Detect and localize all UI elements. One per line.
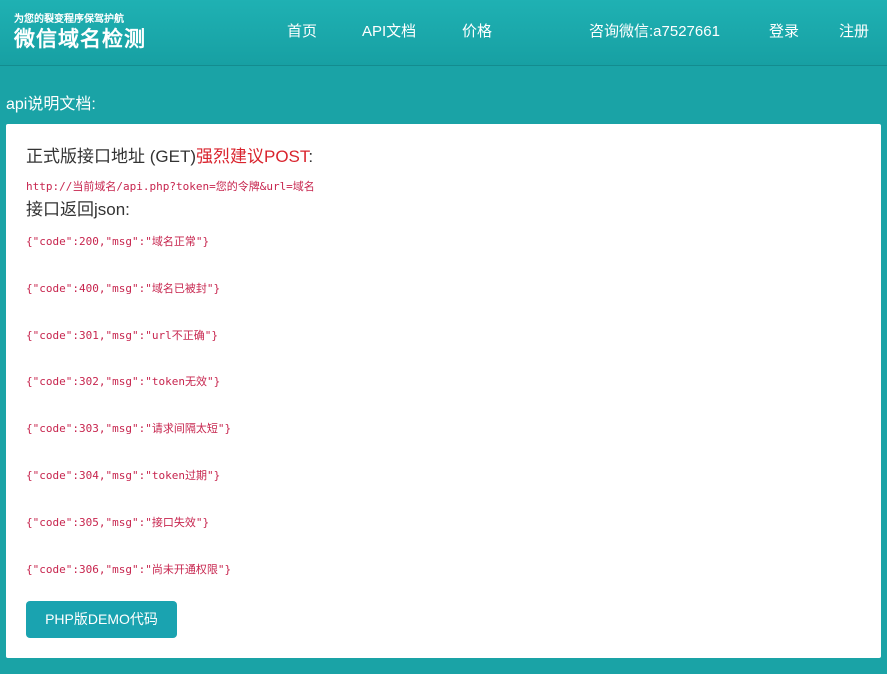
endpoint-heading-colon: : (308, 147, 314, 166)
site-header: 为您的裂变程序保驾护航 微信域名检测 首页 API文档 价格 咨询微信:a752… (0, 0, 887, 66)
api-doc-panel: 正式版接口地址 (GET)强烈建议POST: http://当前域名/api.p… (6, 124, 881, 658)
endpoint-heading: 正式版接口地址 (GET)强烈建议POST: (26, 146, 313, 168)
nav-api-docs-link[interactable]: API文档 (362, 22, 416, 42)
response-code-item: {"code":301,"msg":"url不正确"} (26, 328, 218, 342)
response-code-item: {"code":304,"msg":"token过期"} (26, 468, 221, 482)
contact-wechat: 咨询微信:a7527661 (589, 23, 720, 40)
response-code-list: {"code":200,"msg":"域名正常"} {"code":400,"m… (26, 234, 231, 608)
response-code-item: {"code":200,"msg":"域名正常"} (26, 235, 210, 248)
response-code-item: {"code":303,"msg":"请求间隔太短"} (26, 422, 232, 436)
endpoint-url: http://当前域名/api.php?token=您的令牌&url=域名 (26, 180, 315, 193)
post-recommendation: 强烈建议POST (196, 147, 309, 166)
section-title: api说明文档: (6, 96, 96, 113)
response-code-item: {"code":400,"msg":"域名已被封"} (26, 281, 221, 295)
response-code-item: {"code":302,"msg":"token无效"} (26, 375, 221, 389)
nav-home-link[interactable]: 首页 (287, 22, 317, 42)
nav-register-link[interactable]: 注册 (839, 22, 869, 42)
nav-login-link[interactable]: 登录 (769, 22, 799, 42)
php-demo-button[interactable]: PHP版DEMO代码 (26, 601, 177, 638)
logo-tagline: 为您的裂变程序保驾护航 (14, 14, 124, 25)
nav-price-link[interactable]: 价格 (462, 22, 492, 42)
response-heading: 接口返回json: (26, 200, 130, 219)
logo-title: 微信域名检测 (14, 28, 146, 51)
response-code-item: {"code":305,"msg":"接口失效"} (26, 515, 210, 529)
endpoint-heading-text: 正式版接口地址 (GET) (26, 147, 196, 166)
site-logo[interactable]: 为您的裂变程序保驾护航 微信域名检测 (14, 14, 146, 53)
